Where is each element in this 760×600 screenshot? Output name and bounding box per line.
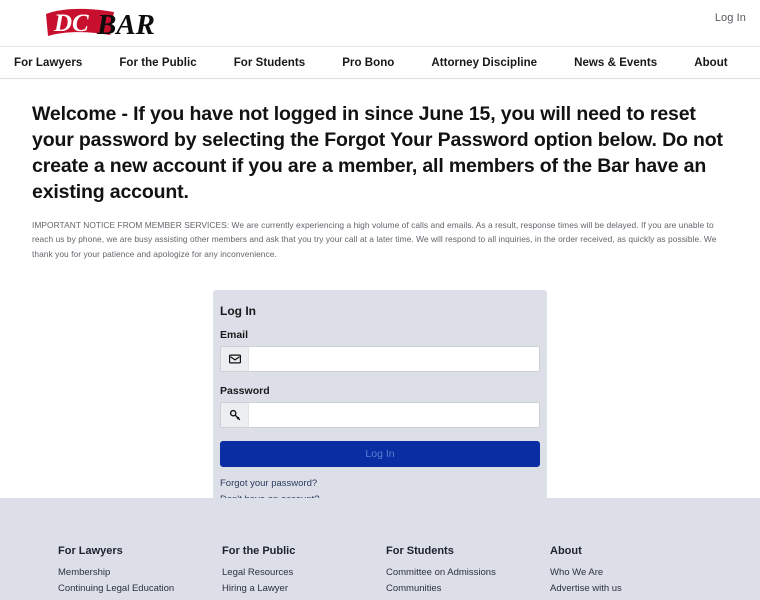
nav-item-attorney-discipline[interactable]: Attorney Discipline — [431, 57, 537, 69]
footer-heading-for-lawyers: For Lawyers — [58, 545, 123, 557]
footer-link-committee-on-admissions[interactable]: Committee on Admissions — [386, 565, 550, 581]
nav-item-for-the-public[interactable]: For the Public — [119, 57, 196, 69]
footer-link-advertise-with-us[interactable]: Advertise with us — [550, 581, 714, 597]
nav-item-for-lawyers[interactable]: For Lawyers — [14, 57, 82, 69]
login-card-title: Log In — [220, 304, 256, 319]
email-input[interactable] — [248, 346, 540, 373]
footer-link-legal-resources[interactable]: Legal Resources — [222, 565, 386, 581]
email-input-group — [220, 346, 540, 373]
welcome-heading: Welcome - If you have not logged in sinc… — [32, 103, 723, 204]
footer-link-who-we-are[interactable]: Who We Are — [550, 565, 714, 581]
key-icon — [220, 402, 248, 429]
nav-item-for-students[interactable]: For Students — [234, 57, 306, 69]
login-submit-button[interactable]: Log In — [220, 441, 540, 468]
footer-heading-for-students: For Students — [386, 545, 454, 557]
footer-link-hiring-a-lawyer[interactable]: Hiring a Lawyer — [222, 581, 386, 597]
login-card: Log In Email Password Log In Forgot your… — [213, 290, 547, 526]
footer-link-membership[interactable]: Membership — [58, 565, 222, 581]
footer-heading-about: About — [550, 545, 582, 557]
footer-heading-for-the-public: For the Public — [222, 545, 296, 557]
login-card-area: Log In Email Password Log In Forgot your… — [32, 290, 728, 526]
password-label: Password — [220, 385, 270, 398]
footer-link-continuing-legal-education[interactable]: Continuing Legal Education — [58, 581, 222, 597]
envelope-icon — [220, 346, 248, 373]
nav-item-pro-bono[interactable]: Pro Bono — [342, 57, 394, 69]
svg-text:BAR: BAR — [96, 9, 155, 41]
footer-column-about: About Who We Are Advertise with us — [550, 545, 714, 598]
email-label: Email — [220, 329, 249, 342]
forgot-password-link[interactable]: Forgot your password? — [220, 476, 540, 492]
member-services-notice: IMPORTANT NOTICE FROM MEMBER SERVICES: W… — [32, 219, 717, 259]
header-login-link[interactable]: Log In — [715, 12, 746, 24]
password-input[interactable] — [248, 402, 540, 429]
main-content: Welcome - If you have not logged in sinc… — [0, 79, 760, 526]
nav-item-news-events[interactable]: News & Events — [574, 57, 657, 69]
svg-text:DC: DC — [53, 10, 89, 37]
nav-item-about[interactable]: About — [694, 57, 727, 69]
main-navigation: For Lawyers For the Public For Students … — [0, 46, 760, 79]
footer-column-for-the-public: For the Public Legal Resources Hiring a … — [222, 545, 386, 598]
password-input-group — [220, 402, 540, 429]
footer-link-communities[interactable]: Communities — [386, 581, 550, 597]
site-footer: For Lawyers Membership Continuing Legal … — [0, 498, 760, 600]
dc-bar-logo-icon: DC BAR — [46, 8, 155, 41]
site-header: DC BAR Log In — [0, 0, 760, 46]
footer-column-for-students: For Students Committee on Admissions Com… — [386, 545, 550, 598]
dc-bar-logo[interactable]: DC BAR — [44, 5, 166, 41]
footer-column-for-lawyers: For Lawyers Membership Continuing Legal … — [58, 545, 222, 598]
